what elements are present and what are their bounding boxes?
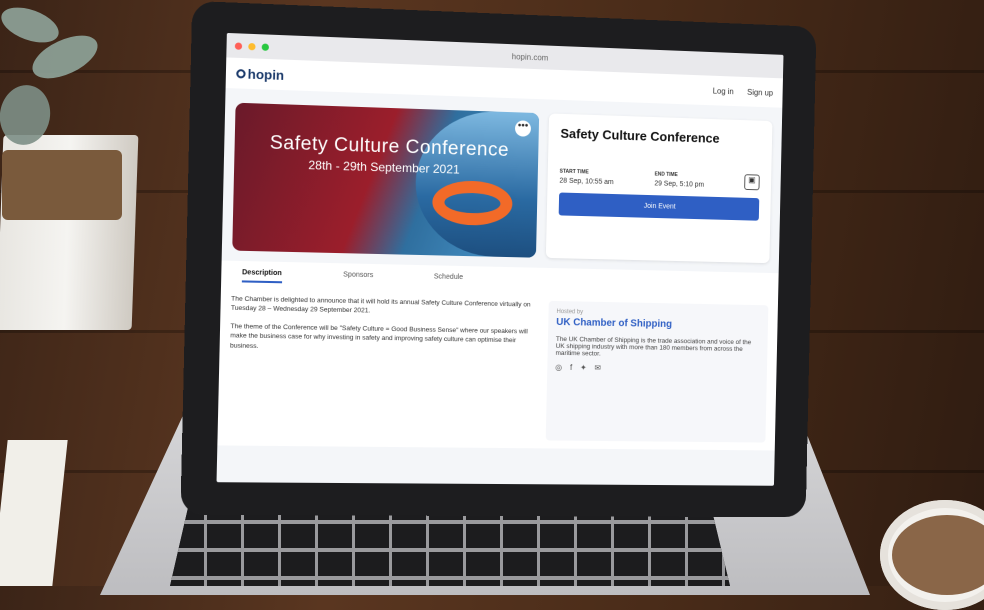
logo-text: hopin	[247, 65, 285, 83]
event-card: Safety Culture Conference START TIME 28 …	[545, 113, 773, 264]
facebook-icon[interactable]: f	[570, 363, 572, 372]
auth-links: Log in Sign up	[713, 86, 774, 97]
end-time-label: END TIME	[654, 171, 678, 179]
laptop-screen-bezel: hopin.com hopin Log in Sign up Safety Cu…	[180, 0, 817, 518]
add-to-calendar-icon[interactable]: ▣	[744, 174, 760, 191]
description-paragraph: The Chamber is delighted to announce tha…	[230, 295, 531, 315]
logo-ring-icon	[236, 68, 246, 79]
join-event-button[interactable]: Join Event	[558, 192, 760, 221]
event-description: The Chamber is delighted to announce tha…	[228, 294, 535, 440]
plant-soil	[2, 150, 122, 220]
social-links: ◎ f ✦ ✉	[555, 363, 759, 375]
start-time-value: 28 Sep, 10:55 am	[559, 177, 614, 187]
host-name-link[interactable]: UK Chamber of Shipping	[556, 317, 760, 332]
tab-sponsors[interactable]: Sponsors	[343, 271, 373, 285]
instagram-icon[interactable]: ◎	[555, 363, 562, 372]
minimize-window-icon[interactable]	[248, 42, 256, 50]
laptop-display: hopin.com hopin Log in Sign up Safety Cu…	[216, 32, 784, 486]
event-content: The Chamber is delighted to announce tha…	[217, 286, 779, 451]
hopin-logo[interactable]: hopin	[236, 65, 284, 82]
end-time-value: 29 Sep, 5:10 pm	[654, 180, 705, 189]
host-panel: Hosted by UK Chamber of Shipping The UK …	[545, 300, 769, 443]
login-link[interactable]: Log in	[713, 86, 734, 96]
event-banner: Safety Culture Conference 28th - 29th Se…	[232, 102, 540, 258]
signup-link[interactable]: Sign up	[747, 87, 773, 97]
event-title: Safety Culture Conference	[560, 125, 720, 146]
notebook-paper	[0, 440, 68, 586]
tab-schedule[interactable]: Schedule	[434, 273, 463, 287]
maximize-window-icon[interactable]	[261, 42, 270, 51]
email-icon[interactable]: ✉	[594, 363, 601, 372]
event-hero: Safety Culture Conference 28th - 29th Se…	[222, 88, 783, 273]
event-times: START TIME 28 Sep, 10:55 am END TIME 29 …	[559, 169, 760, 191]
twitter-icon[interactable]: ✦	[580, 363, 587, 372]
start-time: START TIME 28 Sep, 10:55 am	[559, 169, 614, 187]
host-about: The UK Chamber of Shipping is the trade …	[555, 335, 752, 358]
start-time-label: START TIME	[559, 168, 589, 176]
end-time: END TIME 29 Sep, 5:10 pm	[654, 171, 704, 188]
description-paragraph: The theme of the Conference will be "Saf…	[229, 322, 528, 350]
close-window-icon[interactable]	[234, 41, 243, 50]
tab-description[interactable]: Description	[241, 269, 282, 284]
